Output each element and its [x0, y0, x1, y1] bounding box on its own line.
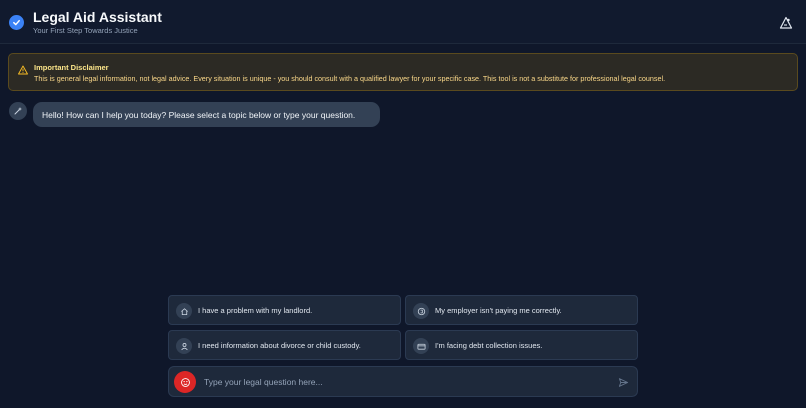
- chat-input-bar: [168, 366, 638, 397]
- suggestion-employer[interactable]: My employer isn't paying me correctly.: [405, 295, 638, 325]
- disclaimer-title: Important Disclaimer: [34, 63, 109, 72]
- send-icon: [618, 377, 628, 387]
- accessibility-icon: [779, 16, 793, 29]
- microphone-icon: [180, 377, 190, 387]
- disclaimer-text: This is general legal information, not l…: [34, 74, 666, 83]
- house-icon: [176, 303, 192, 319]
- disclaimer-banner: Important Disclaimer This is general leg…: [8, 53, 798, 91]
- coin-icon: [413, 303, 429, 319]
- check-circle-icon: [9, 15, 24, 30]
- chat-input[interactable]: [204, 372, 604, 392]
- bot-sparkle-icon: [9, 102, 27, 120]
- suggestion-label: I'm facing debt collection issues.: [435, 341, 543, 350]
- suggestion-landlord[interactable]: I have a problem with my landlord.: [168, 295, 401, 325]
- credit-card-icon: [413, 338, 429, 354]
- send-button[interactable]: [617, 376, 629, 388]
- app-subtitle: Your First Step Towards Justice: [33, 26, 138, 35]
- warning-icon: [18, 65, 28, 75]
- header: Legal Aid Assistant Your First Step Towa…: [0, 0, 806, 44]
- accessibility-button[interactable]: [777, 14, 795, 32]
- suggestion-debt[interactable]: I'm facing debt collection issues.: [405, 330, 638, 360]
- app-title: Legal Aid Assistant: [33, 9, 162, 25]
- bot-message-bubble: Hello! How can I help you today? Please …: [33, 102, 380, 127]
- suggestion-label: I need information about divorce or chil…: [198, 341, 361, 350]
- suggestion-label: My employer isn't paying me correctly.: [435, 306, 562, 315]
- person-icon: [176, 338, 192, 354]
- suggestion-label: I have a problem with my landlord.: [198, 306, 313, 315]
- app-root: Legal Aid Assistant Your First Step Towa…: [0, 0, 806, 408]
- suggestion-divorce[interactable]: I need information about divorce or chil…: [168, 330, 401, 360]
- microphone-button[interactable]: [174, 371, 196, 393]
